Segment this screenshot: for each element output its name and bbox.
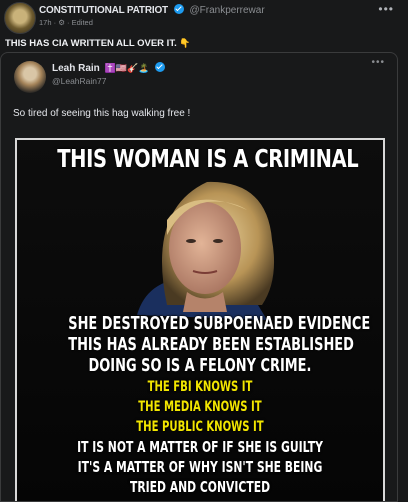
author-emojis: ✝️🇺🇸🎸🏝️ [104,63,150,73]
author-avatar[interactable] [4,2,36,34]
globe-icon: ⚙ [58,18,65,27]
shared-post[interactable]: Leah Rain ✝️🇺🇸🎸🏝️ @LeahRain77 ••• So tir… [0,52,398,502]
shared-author-avatar[interactable] [14,61,46,93]
author-handle[interactable]: @Frankperrewar [190,5,265,16]
meme-line: TRIED AND CONVICTED [129,478,271,496]
meme-line: IT'S A MATTER OF WHY ISN'T SHE BEING [77,458,323,476]
post-text: THIS HAS CIA WRITTEN ALL OVER IT. 👇 [5,38,191,49]
pointing-down-icon: 👇 [179,38,191,48]
meme-image[interactable]: THIS WOMAN IS A CRIMINAL SHE DESTROYED S… [15,138,385,501]
shared-author-handle[interactable]: @LeahRain77 [52,76,106,86]
meme-line: THIS HAS ALREADY BEEN ESTABLISHED [68,334,354,355]
meme-line: DOING SO IS A FELONY CRIME. [88,355,312,376]
meme-line: SHE DESTROYED SUBPOENAED EVIDENCE [68,313,371,334]
shared-more-options-icon[interactable]: ••• [371,57,385,68]
meme-line: THE PUBLIC KNOWS IT [136,419,264,435]
edited-label[interactable]: Edited [72,18,93,27]
post-time[interactable]: 17h [39,18,52,27]
more-options-icon[interactable]: ••• [378,2,394,16]
meme-line: IT IS NOT A MATTER OF IF SHE IS GUILTY [77,438,323,456]
author-line: CONSTITUTIONAL PATRIOT @Frankperrewar [39,4,265,16]
shared-post-text: So tired of seeing this hag walking free… [13,108,191,119]
post-header: CONSTITUTIONAL PATRIOT @Frankperrewar 17… [0,0,408,36]
post-text-content: THIS HAS CIA WRITTEN ALL OVER IT. [5,38,177,49]
meme-line: THE MEDIA KNOWS IT [138,399,262,415]
post-meta: 17h · ⚙ · Edited [39,18,93,27]
shared-author-name[interactable]: Leah Rain [52,63,100,74]
shared-author-line: Leah Rain ✝️🇺🇸🎸🏝️ [52,62,166,74]
author-name[interactable]: CONSTITUTIONAL PATRIOT [39,5,168,16]
separator-dot: · [53,18,57,27]
separator-dot: · [67,18,70,27]
meme-line: THE FBI KNOWS IT [147,379,253,395]
meme-headline: THIS WOMAN IS A CRIMINAL [57,144,359,173]
verified-badge-icon [155,62,166,72]
verified-badge-icon [173,4,184,14]
